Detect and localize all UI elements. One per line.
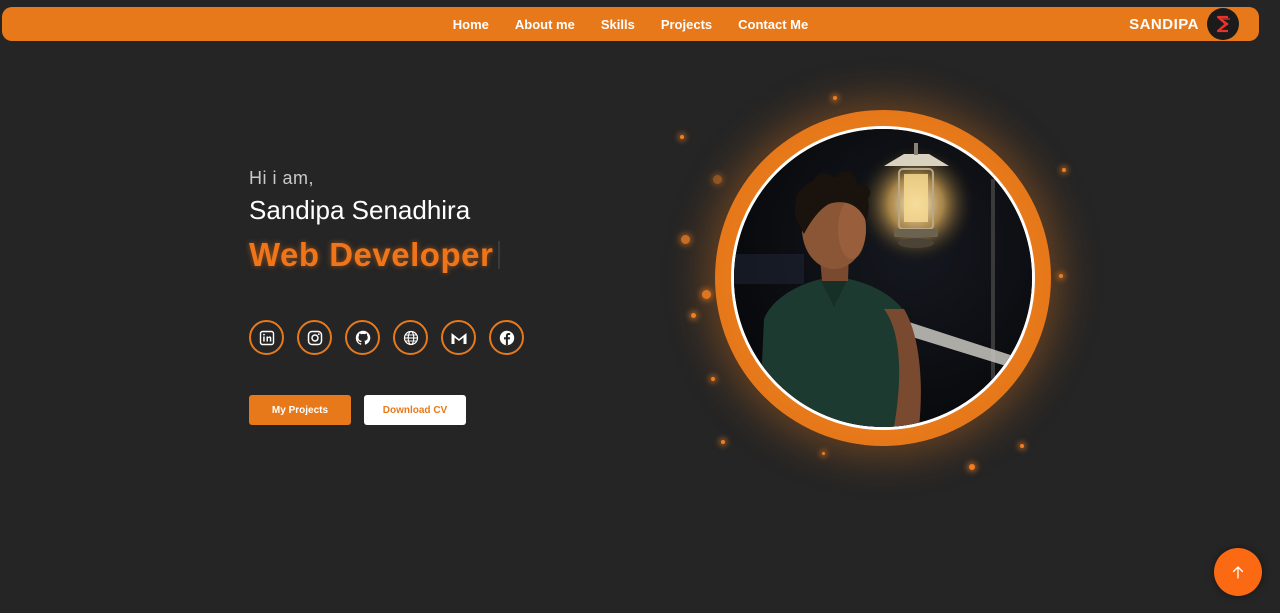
particle: [702, 290, 711, 299]
particle: [711, 377, 715, 381]
particle: [721, 440, 725, 444]
particle: [713, 175, 722, 184]
particle: [1059, 274, 1063, 278]
instagram-link[interactable]: [297, 320, 332, 355]
particle: [680, 135, 684, 139]
particle: [969, 464, 975, 470]
particle: [822, 452, 825, 455]
profile-photo-ring: [715, 110, 1051, 446]
linkedin-link[interactable]: [249, 320, 284, 355]
nav-links: Home About me Skills Projects Contact Me: [2, 7, 1259, 41]
nav-link-skills[interactable]: Skills: [601, 17, 635, 32]
nav-link-home[interactable]: Home: [453, 17, 489, 32]
gmail-link[interactable]: [441, 320, 476, 355]
particle: [691, 313, 696, 318]
my-projects-button[interactable]: My Projects: [249, 395, 351, 425]
nav-link-projects[interactable]: Projects: [661, 17, 712, 32]
website-link[interactable]: [393, 320, 428, 355]
github-icon: [355, 330, 370, 345]
hero-role: Web Developer: [249, 236, 494, 273]
globe-icon: [403, 330, 418, 345]
linkedin-icon: [259, 330, 274, 345]
scroll-to-top-button[interactable]: [1214, 548, 1262, 596]
nav-link-about[interactable]: About me: [515, 17, 575, 32]
download-cv-button[interactable]: Download CV: [364, 395, 466, 425]
profile-photo: [731, 126, 1035, 430]
brand[interactable]: SANDIPA: [1129, 7, 1239, 41]
brand-logo-icon: [1207, 8, 1239, 40]
github-link[interactable]: [345, 320, 380, 355]
brand-name: SANDIPA: [1129, 15, 1199, 33]
nav-link-contact[interactable]: Contact Me: [738, 17, 808, 32]
navbar: Home About me Skills Projects Contact Me…: [2, 7, 1259, 41]
hero-buttons: My Projects Download CV: [249, 395, 466, 425]
particle: [681, 235, 690, 244]
greeting: Hi i am,: [249, 168, 315, 188]
hero-text: Hi i am, Sandipa Senadhira Web Developer: [249, 168, 501, 274]
typing-cursor: [498, 241, 501, 269]
particle: [1062, 168, 1066, 172]
hero-name: Sandipa Senadhira: [249, 195, 471, 225]
social-links: [249, 320, 524, 355]
particle: [833, 96, 837, 100]
arrow-up-icon: [1232, 566, 1244, 579]
instagram-icon: [307, 330, 322, 345]
particle: [1020, 444, 1024, 448]
role-wrap: Web Developer: [249, 236, 501, 274]
facebook-icon: [499, 330, 514, 345]
facebook-link[interactable]: [489, 320, 524, 355]
gmail-icon: [451, 332, 466, 344]
